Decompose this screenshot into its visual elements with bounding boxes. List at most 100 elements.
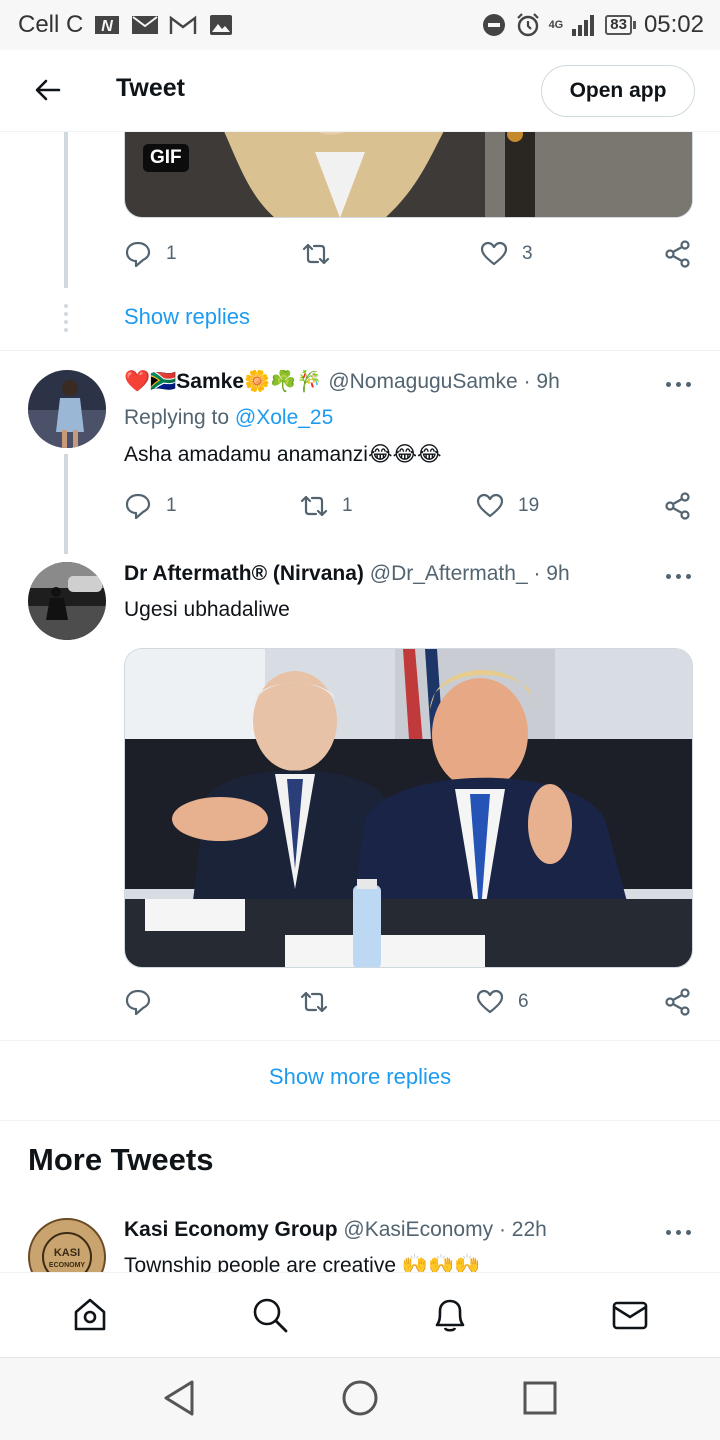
tweet-actions: 6: [124, 988, 694, 1020]
tweet-actions: 1 3: [124, 240, 694, 272]
share-icon: [665, 492, 690, 520]
share-icon: [665, 240, 690, 268]
reply-icon: [125, 989, 151, 1016]
avatar[interactable]: [28, 370, 106, 448]
retweet-icon: [300, 991, 328, 1013]
thread-line: [64, 454, 68, 554]
clock: 05:02: [643, 11, 704, 38]
home-icon: [74, 1298, 106, 1331]
replying-prefix: Replying to: [124, 406, 230, 429]
avatar-image: [28, 370, 106, 448]
reply-button[interactable]: [124, 988, 152, 1016]
show-replies-link[interactable]: Show replies: [124, 304, 250, 330]
avatar-text-1: KASI: [54, 1247, 80, 1259]
author-name[interactable]: Kasi Economy Group: [124, 1218, 338, 1241]
image-icon: [210, 15, 233, 35]
more-options-icon[interactable]: [664, 374, 694, 394]
avatar-image: [28, 562, 106, 640]
author-name[interactable]: Samke: [176, 370, 244, 393]
tweet-time: · 9h: [533, 562, 570, 585]
alarm-icon: [516, 13, 539, 37]
retweet-button[interactable]: [300, 988, 328, 1016]
avatar-image: KASI ECONOMY: [42, 1232, 92, 1272]
tweet-text: Ugesi ubhadaliwe: [124, 598, 290, 621]
nav-home[interactable]: [68, 1293, 112, 1337]
share-button[interactable]: [664, 988, 692, 1016]
reply-button[interactable]: 1: [124, 240, 177, 268]
heart-icon: [476, 989, 504, 1014]
more-tweets-heading: More Tweets: [28, 1142, 214, 1177]
avatar-text-2: ECONOMY: [49, 1262, 86, 1269]
tweet-header: Dr Aftermath® (Nirvana) @Dr_Aftermath_ ·…: [124, 562, 654, 586]
like-count: 3: [522, 243, 533, 264]
like-count: 6: [518, 991, 529, 1012]
arrow-left-icon: [35, 79, 61, 101]
open-app-button[interactable]: Open app: [541, 65, 695, 117]
battery-icon: 83: [605, 15, 636, 35]
tweet-text: Asha amadamu anamanzi😂😂😂: [124, 443, 442, 466]
divider: [0, 1040, 720, 1041]
name-emoji-suffix: 🌼☘️🎋: [244, 370, 323, 393]
retweet-count: 1: [342, 495, 353, 516]
nav-notifications[interactable]: [428, 1293, 472, 1337]
share-button[interactable]: [664, 492, 692, 520]
gif-badge: GIF: [143, 144, 189, 172]
battery-level: 83: [605, 15, 632, 35]
reply-count: 1: [166, 495, 177, 516]
gif-media[interactable]: GIF: [124, 132, 693, 218]
nav-messages[interactable]: [608, 1293, 652, 1337]
like-button[interactable]: 6: [476, 988, 529, 1016]
author-handle[interactable]: @NomaguguSamke: [328, 370, 517, 393]
tweet-photo[interactable]: [124, 648, 693, 968]
photo-image: [125, 649, 692, 967]
author-handle[interactable]: @Dr_Aftermath_: [370, 562, 528, 585]
divider: [0, 1120, 720, 1121]
thread-dots: [64, 304, 68, 332]
avatar[interactable]: [28, 562, 106, 640]
reply-icon: [125, 493, 151, 520]
status-bar: Cell C N 4G 83 05:02: [0, 0, 720, 50]
tweet-text: Township people are creative 🙌🙌🙌: [124, 1254, 481, 1272]
share-icon: [665, 988, 690, 1016]
like-count: 19: [518, 495, 540, 516]
thread-line: [64, 132, 68, 288]
nav-search[interactable]: [248, 1293, 292, 1337]
carrier-label: Cell C: [18, 11, 84, 38]
reply-icon: [125, 241, 151, 268]
home-circle-icon[interactable]: [340, 1378, 380, 1418]
retweet-button[interactable]: [302, 240, 330, 268]
heart-icon: [476, 493, 504, 518]
name-emoji-prefix: ❤️🇿🇦: [124, 370, 177, 393]
recents-square-icon[interactable]: [520, 1378, 560, 1418]
svg-text:N: N: [102, 18, 114, 35]
search-icon: [253, 1298, 288, 1333]
mail-icon: [132, 16, 159, 34]
retweet-button[interactable]: 1: [300, 492, 353, 520]
more-options-icon[interactable]: [664, 1222, 694, 1242]
reply-button[interactable]: 1: [124, 492, 177, 520]
like-button[interactable]: 19: [476, 492, 539, 520]
tweet-time: · 9h: [523, 370, 560, 393]
tweet-actions: 1 1 19: [124, 492, 694, 524]
bottom-nav: [0, 1272, 720, 1358]
n-icon: N: [95, 16, 120, 35]
tweet-time: · 22h: [498, 1218, 547, 1241]
divider: [0, 350, 720, 351]
back-button[interactable]: [30, 72, 66, 108]
show-more-replies-link[interactable]: Show more replies: [0, 1064, 720, 1090]
network-label: 4G: [548, 18, 564, 31]
back-triangle-icon[interactable]: [160, 1378, 200, 1418]
author-handle[interactable]: @KasiEconomy: [343, 1218, 493, 1241]
share-button[interactable]: [664, 240, 692, 268]
replying-to-link[interactable]: @Xole_25: [235, 406, 333, 429]
page-title: Tweet: [116, 74, 185, 102]
more-options-icon[interactable]: [664, 566, 694, 586]
retweet-icon: [302, 243, 330, 265]
tweet-feed[interactable]: GIF 1 3 Show replies ❤️🇿🇦Samke🌼☘️🎋 @Noma…: [0, 132, 720, 1272]
signal-icon: [572, 15, 595, 36]
heart-icon: [480, 241, 508, 266]
like-button[interactable]: 3: [480, 240, 533, 268]
avatar[interactable]: KASI ECONOMY: [28, 1218, 106, 1272]
author-name[interactable]: Dr Aftermath® (Nirvana): [124, 562, 364, 585]
gif-image: [125, 132, 692, 217]
